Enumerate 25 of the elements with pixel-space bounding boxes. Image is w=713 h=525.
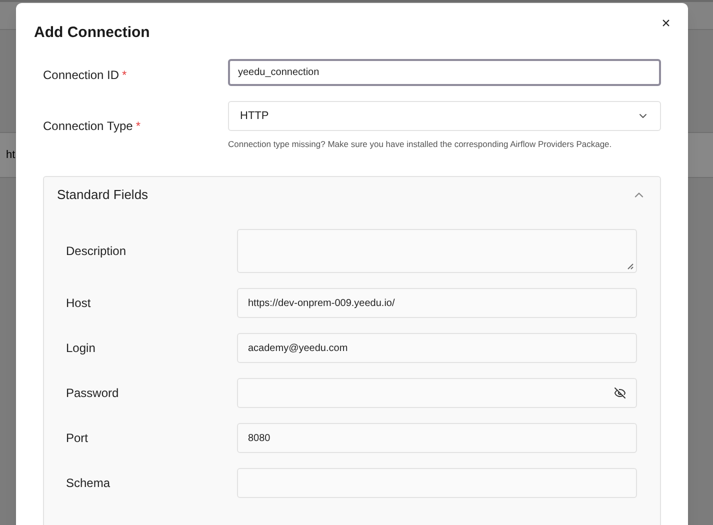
field-label: Port bbox=[66, 430, 90, 447]
input-field[interactable]: academy@yeedu.com bbox=[237, 333, 637, 363]
section-header[interactable]: Standard Fields bbox=[44, 177, 660, 213]
input-field[interactable]: https://dev-onprem-009.yeedu.io/ bbox=[237, 288, 637, 318]
required-asterisk: * bbox=[136, 118, 141, 135]
field-label: Host bbox=[66, 295, 92, 312]
field-label: Description bbox=[66, 243, 128, 260]
required-asterisk: * bbox=[122, 67, 127, 84]
textarea-field[interactable] bbox=[237, 229, 637, 273]
field-label: Connection ID bbox=[43, 67, 120, 84]
field-label: Login bbox=[66, 340, 96, 357]
input-field[interactable]: 8080 bbox=[237, 423, 637, 453]
field-label: Password bbox=[66, 385, 120, 402]
input-field[interactable]: yeedu_connection bbox=[228, 59, 661, 86]
field-label: Connection Type bbox=[43, 118, 133, 135]
field-label: Schema bbox=[66, 475, 112, 492]
table-cell-text: ht bbox=[6, 148, 16, 163]
help-text: Connection type missing? Make sure you have installed the corresponding Airflow Providers Package. bbox=[228, 138, 613, 151]
select-field[interactable]: HTTP bbox=[228, 101, 661, 131]
password-field[interactable] bbox=[237, 378, 637, 408]
eye-off-icon[interactable] bbox=[614, 387, 626, 399]
close-button[interactable]: × bbox=[658, 15, 674, 31]
resize-handle-icon bbox=[627, 263, 634, 270]
input-field[interactable] bbox=[237, 468, 637, 498]
dialog-title: Add Connection bbox=[34, 23, 150, 43]
